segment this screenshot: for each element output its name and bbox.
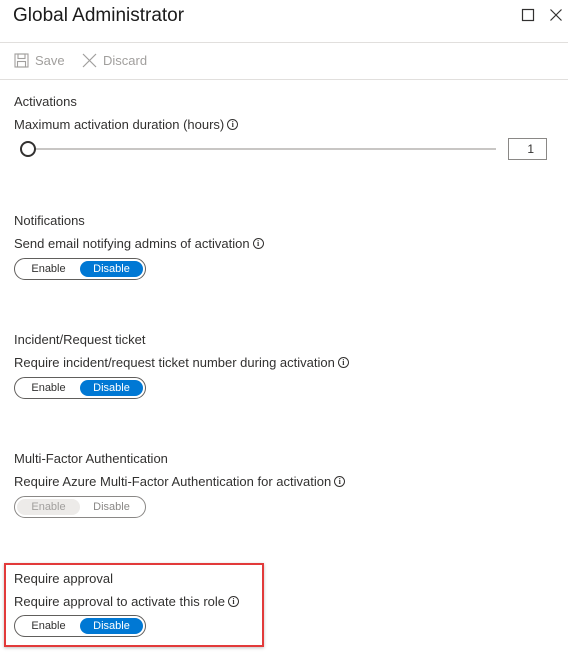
duration-slider-thumb[interactable] xyxy=(20,141,36,157)
mfa-heading: Multi-Factor Authentication xyxy=(14,451,168,466)
ticket-label-text: Require incident/request ticket number d… xyxy=(14,355,335,370)
ticket-enable-option[interactable]: Enable xyxy=(17,380,80,396)
approval-disable-option[interactable]: Disable xyxy=(80,618,143,634)
command-bar: Save Discard xyxy=(0,42,568,80)
save-label: Save xyxy=(35,53,65,68)
notifications-label: Send email notifying admins of activatio… xyxy=(14,236,264,251)
save-button[interactable]: Save xyxy=(14,53,65,68)
approval-label-text: Require approval to activate this role xyxy=(14,594,226,609)
mfa-disable-option: Disable xyxy=(93,501,130,513)
mfa-toggle: Enable Disable xyxy=(14,496,146,518)
ticket-disable-option[interactable]: Disable xyxy=(80,380,143,396)
title-bar: Global Administrator xyxy=(0,0,568,42)
info-icon[interactable]: i xyxy=(334,476,346,487)
discard-button[interactable]: Discard xyxy=(82,53,147,68)
page-title: Global Administrator xyxy=(13,5,185,26)
discard-label: Discard xyxy=(103,53,148,68)
discard-icon xyxy=(82,53,97,68)
approval-heading: Require approval xyxy=(14,571,114,586)
close-icon[interactable] xyxy=(549,8,563,22)
approval-label: Require approval to activate this role i xyxy=(14,594,240,609)
ticket-toggle[interactable]: Enable Disable xyxy=(14,377,146,399)
maximize-icon[interactable] xyxy=(521,8,535,22)
duration-input[interactable]: 1 xyxy=(508,138,547,160)
approval-toggle[interactable]: Enable Disable xyxy=(14,615,146,637)
duration-label: Maximum activation duration (hours) i xyxy=(14,117,239,132)
info-icon[interactable]: i xyxy=(252,238,264,249)
mfa-label: Require Azure Multi-Factor Authenticatio… xyxy=(14,474,346,489)
approval-enable-option[interactable]: Enable xyxy=(17,618,80,634)
notifications-label-text: Send email notifying admins of activatio… xyxy=(14,236,250,251)
duration-slider-track[interactable] xyxy=(28,148,496,150)
save-icon xyxy=(14,53,29,68)
activations-heading: Activations xyxy=(14,94,77,109)
duration-label-text: Maximum activation duration (hours) xyxy=(14,117,225,132)
info-icon[interactable]: i xyxy=(227,119,239,130)
ticket-heading: Incident/Request ticket xyxy=(14,332,146,347)
notifications-disable-option[interactable]: Disable xyxy=(80,261,143,277)
mfa-label-text: Require Azure Multi-Factor Authenticatio… xyxy=(14,474,332,489)
ticket-label: Require incident/request ticket number d… xyxy=(14,355,349,370)
info-icon[interactable]: i xyxy=(228,596,240,607)
notifications-enable-option[interactable]: Enable xyxy=(17,261,80,277)
notifications-heading: Notifications xyxy=(14,213,85,228)
notifications-toggle[interactable]: Enable Disable xyxy=(14,258,146,280)
info-icon[interactable]: i xyxy=(337,357,349,368)
mfa-enable-option: Enable xyxy=(17,499,80,515)
